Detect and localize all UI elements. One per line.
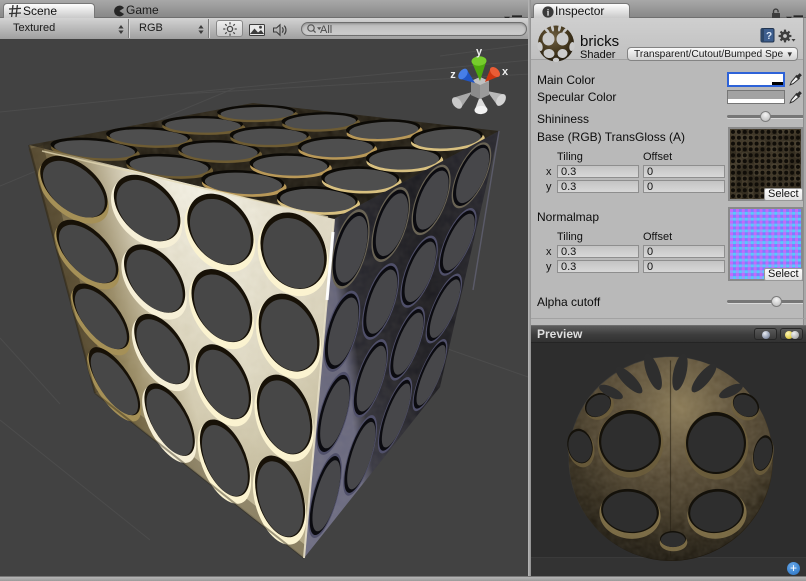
svg-text:?: ? <box>766 31 772 42</box>
svg-text:z: z <box>450 69 456 81</box>
svg-text:y: y <box>476 46 483 58</box>
svg-text:x: x <box>502 66 509 78</box>
